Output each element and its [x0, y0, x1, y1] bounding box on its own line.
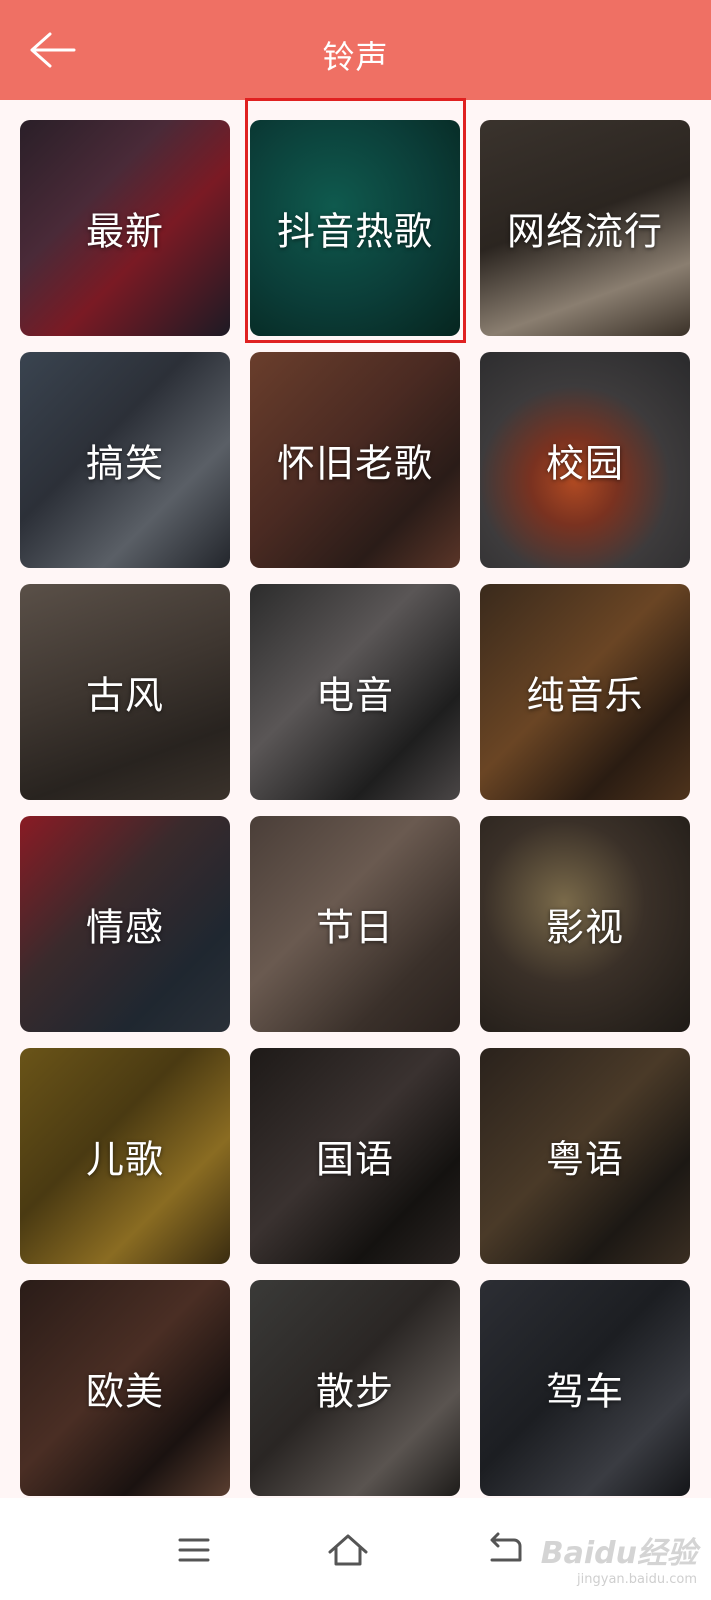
baidu-watermark: Baidu经验 jingyan.baidu.com [541, 1528, 697, 1587]
category-label: 节日 [315, 905, 394, 950]
category-tile[interactable]: 影视 [480, 816, 690, 1032]
category-label: 网络流行 [506, 209, 663, 254]
menu-icon [178, 1538, 210, 1562]
category-tile[interactable]: 驾车 [480, 1280, 690, 1496]
category-label: 粤语 [545, 1137, 624, 1182]
category-label: 国语 [315, 1137, 394, 1182]
home-button[interactable] [324, 1526, 372, 1574]
system-back-button[interactable] [480, 1526, 528, 1574]
category-tile[interactable]: 网络流行 [480, 120, 690, 336]
category-label: 驾车 [545, 1369, 624, 1414]
header-bar: 铃声 [0, 0, 711, 100]
category-tile[interactable]: 粤语 [480, 1048, 690, 1264]
category-tile[interactable]: 抖音热歌 [250, 120, 460, 336]
category-tile[interactable]: 怀旧老歌 [250, 352, 460, 568]
category-label: 欧美 [85, 1369, 164, 1414]
category-tile[interactable]: 古风 [20, 584, 230, 800]
category-tile[interactable]: 国语 [250, 1048, 460, 1264]
category-label: 儿歌 [85, 1137, 164, 1182]
category-label: 抖音热歌 [276, 209, 433, 254]
category-tile[interactable]: 散步 [250, 1280, 460, 1496]
category-tile[interactable]: 搞笑 [20, 352, 230, 568]
category-tile[interactable]: 欧美 [20, 1280, 230, 1496]
category-label: 纯音乐 [526, 673, 644, 718]
watermark-logo: Baidu经验 [540, 1536, 697, 1571]
category-label: 最新 [85, 209, 164, 254]
category-tile[interactable]: 儿歌 [20, 1048, 230, 1264]
category-tile[interactable]: 校园 [480, 352, 690, 568]
category-label: 搞笑 [85, 441, 164, 486]
category-label: 电音 [315, 673, 394, 718]
category-label: 古风 [85, 673, 164, 718]
category-label: 校园 [545, 441, 624, 486]
back-icon [490, 1532, 522, 1562]
category-tile[interactable]: 电音 [250, 584, 460, 800]
menu-button[interactable] [170, 1526, 218, 1574]
category-label: 影视 [545, 905, 624, 950]
page-title: 铃声 [322, 38, 389, 76]
category-grid: 最新 抖音热歌 网络流行搞笑 怀旧老歌 校园古风 电音 纯音乐情感 节日 影视儿歌 国语 粤语欧美 散… [0, 100, 711, 1498]
home-icon [328, 1534, 368, 1566]
category-tile[interactable]: 情感 [20, 816, 230, 1032]
category-label: 情感 [85, 905, 164, 950]
category-tile[interactable]: 纯音乐 [480, 584, 690, 800]
watermark-url: jingyan.baidu.com [577, 1572, 697, 1587]
category-label: 怀旧老歌 [276, 441, 433, 486]
category-label: 散步 [315, 1369, 394, 1414]
category-tile[interactable]: 节日 [250, 816, 460, 1032]
category-tile[interactable]: 最新 [20, 120, 230, 336]
